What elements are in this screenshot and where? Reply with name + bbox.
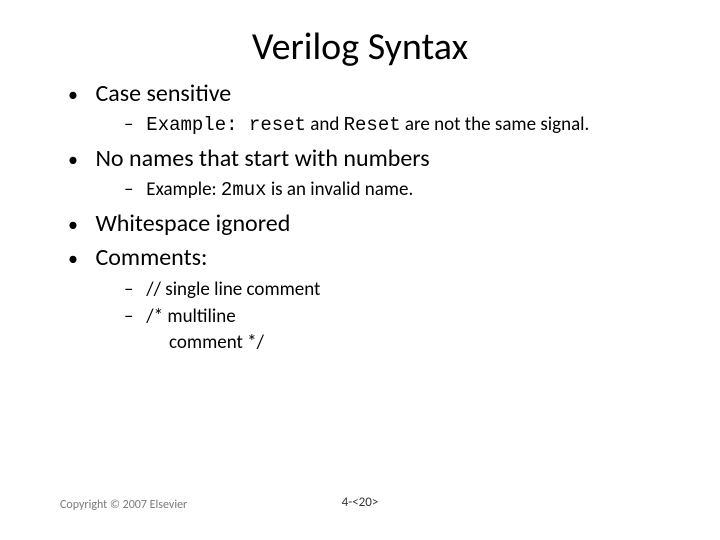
slide: Verilog Syntax Case sensitive Example: r… — [0, 0, 720, 540]
text-continuation: comment */ — [169, 330, 680, 356]
bullet-comments: Comments: // single line comment /* mult… — [60, 242, 680, 355]
sub-bullet-multi-comment: /* multiline comment */ — [120, 304, 680, 355]
code-reset-lower: reset — [249, 114, 306, 136]
code-reset-upper: Reset — [344, 114, 401, 136]
sub-list: Example: 2mux is an invalid name. — [90, 177, 680, 204]
bullet-case-sensitive: Case sensitive Example: reset and Reset … — [60, 78, 680, 139]
sub-bullet: Example: 2mux is an invalid name. — [120, 177, 680, 204]
bullet-list: Case sensitive Example: reset and Reset … — [60, 78, 680, 356]
text: and — [306, 113, 344, 136]
bullet-text: No names that start with numbers — [95, 144, 429, 173]
bullet-text: Whitespace ignored — [95, 209, 290, 238]
bullet-text: Case sensitive — [95, 79, 231, 108]
text: are not the same signal. — [401, 113, 590, 136]
text: /* multiline — [146, 305, 235, 328]
text: // single line comment — [146, 278, 320, 301]
text: is an invalid name. — [267, 178, 414, 201]
sub-list: Example: reset and Reset are not the sam… — [90, 112, 680, 139]
bullet-whitespace: Whitespace ignored — [60, 208, 680, 240]
bullet-text: Comments: — [95, 243, 207, 272]
example-label: Example: — [146, 178, 221, 201]
page-number: 4-<20> — [0, 495, 720, 510]
sub-bullet: Example: reset and Reset are not the sam… — [120, 112, 680, 139]
slide-content: Case sensitive Example: reset and Reset … — [0, 78, 720, 356]
slide-title: Verilog Syntax — [0, 0, 720, 78]
bullet-no-number-start: No names that start with numbers Example… — [60, 143, 680, 204]
sub-list: // single line comment /* multiline comm… — [90, 277, 680, 356]
code-2mux: 2mux — [221, 179, 267, 201]
example-label: Example: — [146, 114, 249, 136]
sub-bullet-single-comment: // single line comment — [120, 277, 680, 303]
